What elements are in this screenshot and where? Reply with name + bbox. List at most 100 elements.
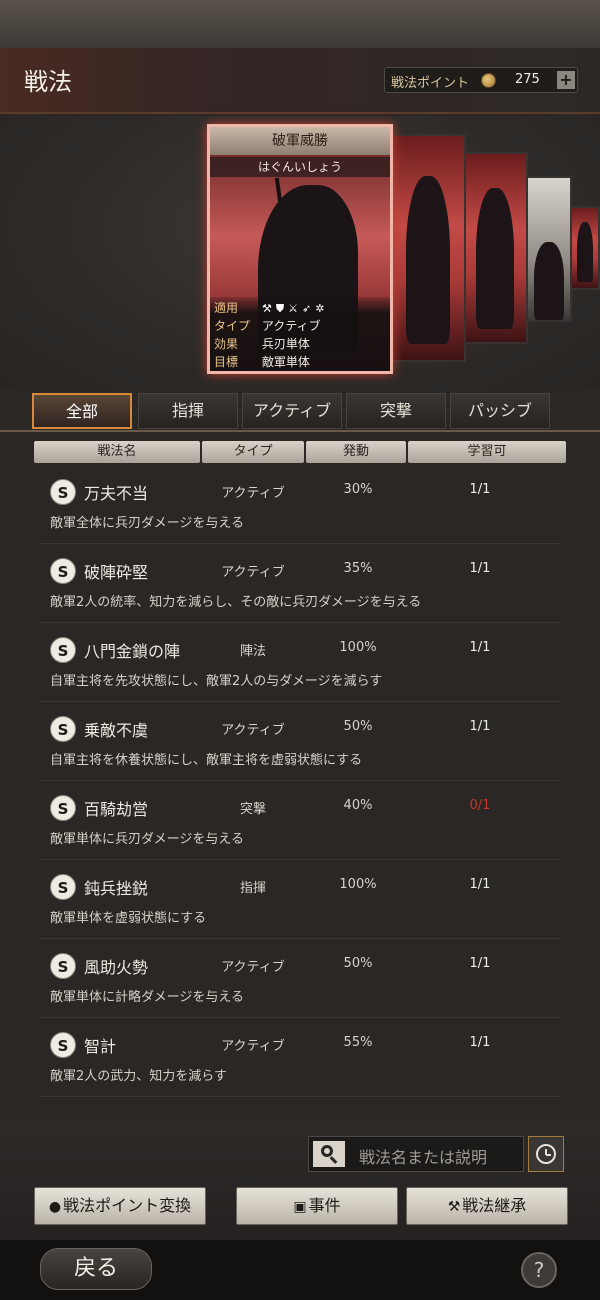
tab-all[interactable]: 全部 bbox=[32, 393, 132, 429]
convert-points-button[interactable]: ● 戦法ポイント変換 bbox=[34, 1187, 206, 1225]
tactic-name: 智計 bbox=[84, 1037, 117, 1056]
tactic-type: 突撃 bbox=[239, 802, 266, 817]
tactic-card-thumbnail[interactable] bbox=[462, 152, 528, 344]
grade-s-icon: S bbox=[50, 558, 76, 584]
clock-icon bbox=[536, 1144, 556, 1164]
grade-s-icon: S bbox=[50, 637, 76, 663]
column-header-learnable[interactable]: 学習可 bbox=[408, 441, 566, 463]
help-icon[interactable]: ? bbox=[521, 1252, 557, 1288]
tactic-name: 破陣砕堅 bbox=[84, 563, 149, 582]
tactic-points-value: 275 bbox=[515, 72, 540, 87]
tactic-card-thumbnail[interactable] bbox=[570, 206, 600, 290]
tab-charge[interactable]: 突撃 bbox=[346, 393, 446, 429]
tactic-type: アクティブ bbox=[221, 960, 285, 975]
card-reading: はぐんいしょう bbox=[210, 157, 390, 177]
tactic-rate: 100% bbox=[339, 640, 377, 655]
search-icon[interactable] bbox=[313, 1141, 345, 1167]
tactic-rate: 40% bbox=[343, 798, 373, 813]
add-points-button[interactable]: + bbox=[557, 71, 575, 89]
scroll-icon: ▣ bbox=[293, 1199, 307, 1215]
tactic-name: 八門金鎖の陣 bbox=[84, 642, 181, 661]
coin-icon bbox=[481, 73, 496, 88]
tactic-rate: 35% bbox=[343, 561, 373, 576]
tactic-name: 乗敵不虞 bbox=[84, 721, 149, 740]
featured-tactic-card[interactable]: 破軍威勝 はぐんいしょう 適用 ⚒⛊⚔➶✲ タイプ アクティブ 効果 兵刃単体 … bbox=[207, 124, 393, 374]
tactic-type: 指揮 bbox=[239, 881, 266, 896]
tactic-points-label: 戦法ポイント bbox=[391, 76, 470, 91]
back-button[interactable]: 戻る bbox=[40, 1248, 152, 1290]
filter-tabs: 全部 指揮 アクティブ 突撃 パッシブ bbox=[0, 390, 600, 432]
tactic-description: 敵軍2人の統率、知力を減らし、その敵に兵刃ダメージを与える bbox=[50, 595, 422, 610]
grade-s-icon: S bbox=[50, 479, 76, 505]
tactic-name: 鈍兵挫鋭 bbox=[84, 879, 149, 898]
tactic-row[interactable]: S 鈍兵挫鋭 指揮 100% 1/1 敵軍単体を虚弱状態にする bbox=[40, 863, 560, 939]
column-header-type[interactable]: タイプ bbox=[202, 441, 304, 463]
tactic-rate: 100% bbox=[339, 877, 377, 892]
target-label: 目標 bbox=[214, 355, 239, 369]
card-title: 破軍威勝 bbox=[210, 127, 390, 155]
column-header-name[interactable]: 戦法名 bbox=[34, 441, 200, 463]
card-info-panel: 適用 ⚒⛊⚔➶✲ タイプ アクティブ 効果 兵刃単体 目標 敵軍単体 bbox=[210, 297, 390, 371]
tactic-name: 風助火勢 bbox=[84, 958, 149, 977]
search-input[interactable]: 戦法名または説明 bbox=[308, 1136, 524, 1172]
footer-bar: 戻る ? bbox=[0, 1240, 600, 1300]
tactic-row[interactable]: S 乗敵不虞 アクティブ 50% 1/1 自軍主将を休養状態にし、敵軍主将を虚弱… bbox=[40, 705, 560, 781]
tactic-card-thumbnail[interactable] bbox=[390, 134, 466, 362]
tactic-description: 敵軍2人の武力、知力を減らす bbox=[50, 1069, 228, 1084]
type-value: アクティブ bbox=[261, 319, 321, 333]
event-button[interactable]: ▣ 事件 bbox=[236, 1187, 398, 1225]
tab-command[interactable]: 指揮 bbox=[138, 393, 238, 429]
inherit-label: 戦法継承 bbox=[462, 1196, 527, 1215]
target-value: 敵軍単体 bbox=[261, 355, 310, 369]
tactic-learnable: 1/1 bbox=[469, 1035, 491, 1050]
tactic-learnable: 0/1 bbox=[469, 798, 491, 813]
history-button[interactable] bbox=[528, 1136, 564, 1172]
fire-icon: ● bbox=[48, 1199, 62, 1215]
header: 戦法 戦法ポイント 275 + bbox=[0, 48, 600, 114]
tactic-learnable: 1/1 bbox=[469, 956, 491, 971]
grade-s-icon: S bbox=[50, 795, 76, 821]
grade-s-icon: S bbox=[50, 953, 76, 979]
tactic-rate: 50% bbox=[343, 719, 373, 734]
tab-passive[interactable]: パッシブ bbox=[450, 393, 550, 429]
tactic-row[interactable]: S 破陣砕堅 アクティブ 35% 1/1 敵軍2人の統率、知力を減らし、その敵に… bbox=[40, 547, 560, 623]
tactic-description: 自軍主将を休養状態にし、敵軍主将を虚弱状態にする bbox=[50, 753, 363, 768]
tactic-type: 陣法 bbox=[239, 644, 266, 659]
effect-value: 兵刃単体 bbox=[261, 337, 310, 351]
grade-s-icon: S bbox=[50, 874, 76, 900]
applicable-label: 適用 bbox=[214, 301, 239, 315]
page-title: 戦法 bbox=[24, 68, 72, 96]
tactic-description: 敵軍単体に計略ダメージを与える bbox=[50, 990, 244, 1005]
tactic-row[interactable]: S 智計 アクティブ 55% 1/1 敵軍2人の武力、知力を減らす bbox=[40, 1021, 560, 1097]
tactic-name: 百騎劫営 bbox=[84, 800, 149, 819]
tactic-row[interactable]: S 風助火勢 アクティブ 50% 1/1 敵軍単体に計略ダメージを与える bbox=[40, 942, 560, 1018]
axe-icon: ⚒ bbox=[262, 302, 276, 315]
tactic-learnable: 1/1 bbox=[469, 877, 491, 892]
tactic-row[interactable]: S 万夫不当 アクティブ 30% 1/1 敵軍全体に兵刃ダメージを与える bbox=[40, 468, 560, 544]
tactic-points-panel: 戦法ポイント 275 + bbox=[384, 67, 578, 93]
wheel-icon: ✲ bbox=[315, 302, 329, 315]
tactic-description: 敵軍全体に兵刃ダメージを与える bbox=[50, 516, 244, 531]
tactic-rate: 55% bbox=[343, 1035, 373, 1050]
inherit-button[interactable]: ⚒ 戦法継承 bbox=[406, 1187, 568, 1225]
tactic-row[interactable]: S 百騎劫営 突撃 40% 0/1 敵軍単体に兵刃ダメージを与える bbox=[40, 784, 560, 860]
column-header-rate[interactable]: 発動 bbox=[306, 441, 406, 463]
tactic-card-thumbnail[interactable] bbox=[526, 176, 572, 322]
troop-type-icons: ⚒⛊⚔➶✲ bbox=[262, 302, 328, 316]
tactic-rate: 50% bbox=[343, 956, 373, 971]
tab-active[interactable]: アクティブ bbox=[242, 393, 342, 429]
tactic-type: アクティブ bbox=[221, 565, 285, 580]
tactic-rate: 30% bbox=[343, 482, 373, 497]
tactic-type: アクティブ bbox=[221, 1039, 285, 1054]
type-label: タイプ bbox=[214, 319, 251, 333]
grade-s-icon: S bbox=[50, 1032, 76, 1058]
tactic-row[interactable]: S 八門金鎖の陣 陣法 100% 1/1 自軍主将を先攻状態にし、敵軍2人の与ダ… bbox=[40, 626, 560, 702]
tactic-type: アクティブ bbox=[221, 486, 285, 501]
top-decoration bbox=[0, 0, 600, 48]
spear-icon: ➶ bbox=[302, 302, 316, 315]
effect-label: 効果 bbox=[214, 337, 239, 351]
tactic-type: アクティブ bbox=[221, 723, 285, 738]
tactic-learnable: 1/1 bbox=[469, 561, 491, 576]
grade-s-icon: S bbox=[50, 716, 76, 742]
crossed-swords-icon: ⚔ bbox=[288, 302, 302, 315]
